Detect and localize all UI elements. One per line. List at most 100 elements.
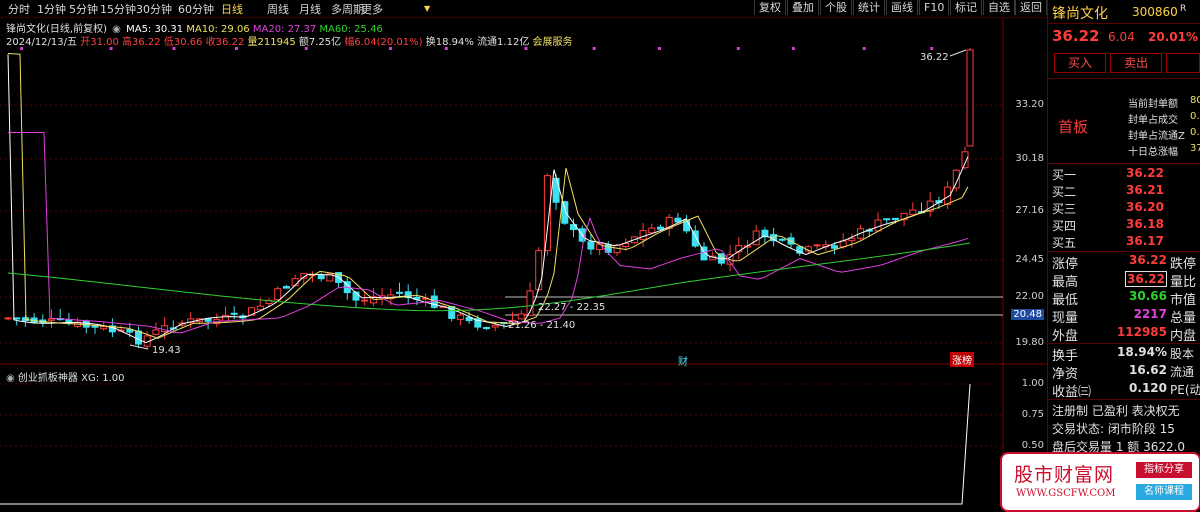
toolbar-button[interactable]: 标记 xyxy=(950,0,982,15)
seal-row-value: 0. xyxy=(1190,127,1200,138)
toolbar-button[interactable]: 返回 xyxy=(1015,0,1047,15)
period-tab[interactable]: 分时 xyxy=(8,1,30,17)
toolbar-button[interactable]: 叠加 xyxy=(787,0,819,15)
price-pct: 20.01% xyxy=(1148,30,1198,44)
price-axis-label: 27.16 xyxy=(1015,205,1044,216)
price-axis-label: 20.48 xyxy=(1011,309,1044,320)
divider xyxy=(1048,343,1200,344)
signal-marker xyxy=(304,47,308,50)
stat-label: 最高 xyxy=(1052,275,1079,290)
candle-body xyxy=(909,209,917,216)
bid-level-label: 买四 xyxy=(1052,219,1077,233)
seal-row-value: 80 xyxy=(1190,95,1200,106)
toolbar-button[interactable]: 复权 xyxy=(754,0,786,15)
toolbar-button[interactable]: 统计 xyxy=(853,0,885,15)
high-arrow xyxy=(949,49,967,57)
indicator-legend: ◉ 创业抓板神器 XG: 1.00 xyxy=(6,369,125,384)
signal-marker xyxy=(388,47,392,50)
stat-label: 外盘 xyxy=(1052,329,1079,344)
extra-button[interactable] xyxy=(1166,53,1200,73)
stat-label: 最低 xyxy=(1052,293,1079,308)
price-axis-label: 19.80 xyxy=(1015,337,1044,348)
buy-button[interactable]: 买入 xyxy=(1054,53,1106,73)
period-tab[interactable]: 多周期 xyxy=(331,1,364,17)
seal-row-label: 十日总涨幅 xyxy=(1128,147,1178,158)
period-tab[interactable]: 周线 xyxy=(267,1,289,17)
divider xyxy=(1048,23,1200,24)
period-tab[interactable]: 1分钟 xyxy=(37,1,66,17)
signal-marker xyxy=(444,47,448,50)
ma10-line xyxy=(7,53,969,339)
finance-marker[interactable]: 财 xyxy=(678,353,688,368)
candle-body xyxy=(274,288,282,301)
range-note-1: 22.27 - 22.35 xyxy=(538,302,606,313)
period-toolbar: 分时 1分钟 5分钟 15分钟 30分钟 60分钟 日线 周线 月线 多周期 更多 ▼ 复权 叠加 个股统… xyxy=(0,0,1047,18)
signal-marker xyxy=(234,47,238,50)
period-tab[interactable]: 15分钟 xyxy=(100,1,136,17)
candle-body xyxy=(552,177,560,203)
bid-level-price[interactable]: 36.17 xyxy=(1126,234,1164,248)
last-price: 36.22 xyxy=(1052,27,1100,45)
site-watermark: 股市财富网 WWW.GSCFW.COM 指标分享 名师课程 xyxy=(1000,452,1200,512)
period-tab[interactable]: 更多 xyxy=(361,1,383,17)
candle-body xyxy=(831,245,838,249)
indicator-axis-label: 1.00 xyxy=(1021,378,1044,389)
signal-marker xyxy=(20,47,24,50)
candle-body xyxy=(639,230,647,240)
bid-level-price[interactable]: 36.18 xyxy=(1126,217,1164,231)
period-tab[interactable]: 60分钟 xyxy=(178,1,214,17)
candle-body xyxy=(883,218,891,221)
watermark-url: WWW.GSCFW.COM xyxy=(1016,488,1116,499)
info-line: 交易状态: 闭市阶段 15 xyxy=(1052,422,1175,436)
candle-body xyxy=(561,201,569,224)
fund-label: 换手 xyxy=(1052,349,1079,364)
signal-marker xyxy=(524,47,528,50)
signal-marker xyxy=(930,47,934,50)
price-axis-label: 30.18 xyxy=(1015,153,1044,164)
stat-value: 2217 xyxy=(1133,307,1167,321)
toolbar-button[interactable]: 画线 xyxy=(886,0,918,15)
more-dropdown-icon[interactable]: ▼ xyxy=(424,4,430,13)
seal-row-value: 0. xyxy=(1190,111,1200,122)
candle-body xyxy=(256,305,264,311)
candle-body xyxy=(361,299,369,302)
signal-marker xyxy=(862,47,866,50)
candle-body xyxy=(282,286,290,289)
indicator-xg-line xyxy=(0,383,971,505)
fund-label: 净资 xyxy=(1052,367,1079,382)
price-change: 6.04 xyxy=(1108,30,1135,44)
toolbar-button[interactable]: 个股 xyxy=(820,0,852,15)
fund-right-label: 股本 xyxy=(1170,347,1195,361)
fund-value: 18.94% xyxy=(1117,345,1167,359)
fund-label: 收益㈢ xyxy=(1052,385,1092,400)
limit-up-marker[interactable]: 涨榜 xyxy=(950,352,974,367)
stat-right-label: 量比 xyxy=(1170,275,1197,290)
period-tab[interactable]: 5分钟 xyxy=(69,1,98,17)
stat-right-label: 跌停 xyxy=(1170,257,1197,272)
signal-marker xyxy=(172,47,176,50)
bid-level-label: 买一 xyxy=(1052,168,1077,182)
seal-row-label: 封单占流通Z xyxy=(1128,131,1185,142)
period-tab[interactable]: 月线 xyxy=(299,1,321,17)
seal-row-label: 当前封单额 xyxy=(1128,99,1178,110)
period-tab[interactable]: 日线 xyxy=(221,1,243,17)
stat-value: 36.22 xyxy=(1125,271,1167,287)
indicator-dot-icon[interactable]: ◉ xyxy=(6,373,15,384)
bid-level-label: 买三 xyxy=(1052,202,1077,216)
candle-body xyxy=(48,318,55,321)
stat-label: 涨停 xyxy=(1052,257,1079,272)
candle-body xyxy=(152,329,160,335)
candle-body xyxy=(317,274,325,280)
candle-body xyxy=(13,317,21,320)
watermark-tag-1: 指标分享 xyxy=(1136,462,1192,478)
sell-button[interactable]: 卖出 xyxy=(1110,53,1162,73)
period-tab[interactable]: 30分钟 xyxy=(136,1,172,17)
bid-level-price[interactable]: 36.20 xyxy=(1126,200,1164,214)
toolbar-button[interactable]: 自选 xyxy=(983,0,1015,15)
bid-level-label: 买二 xyxy=(1052,185,1077,199)
kline-chart-area[interactable]: 锋尚文化(日线,前复权) ◉ MA5: 30.31 MA10: 29.06 MA… xyxy=(0,18,1047,509)
bid-level-price[interactable]: 36.22 xyxy=(1126,166,1164,180)
toolbar-button[interactable]: F10 xyxy=(919,0,950,15)
bid-level-price[interactable]: 36.21 xyxy=(1126,183,1164,197)
candle-body xyxy=(891,217,899,220)
